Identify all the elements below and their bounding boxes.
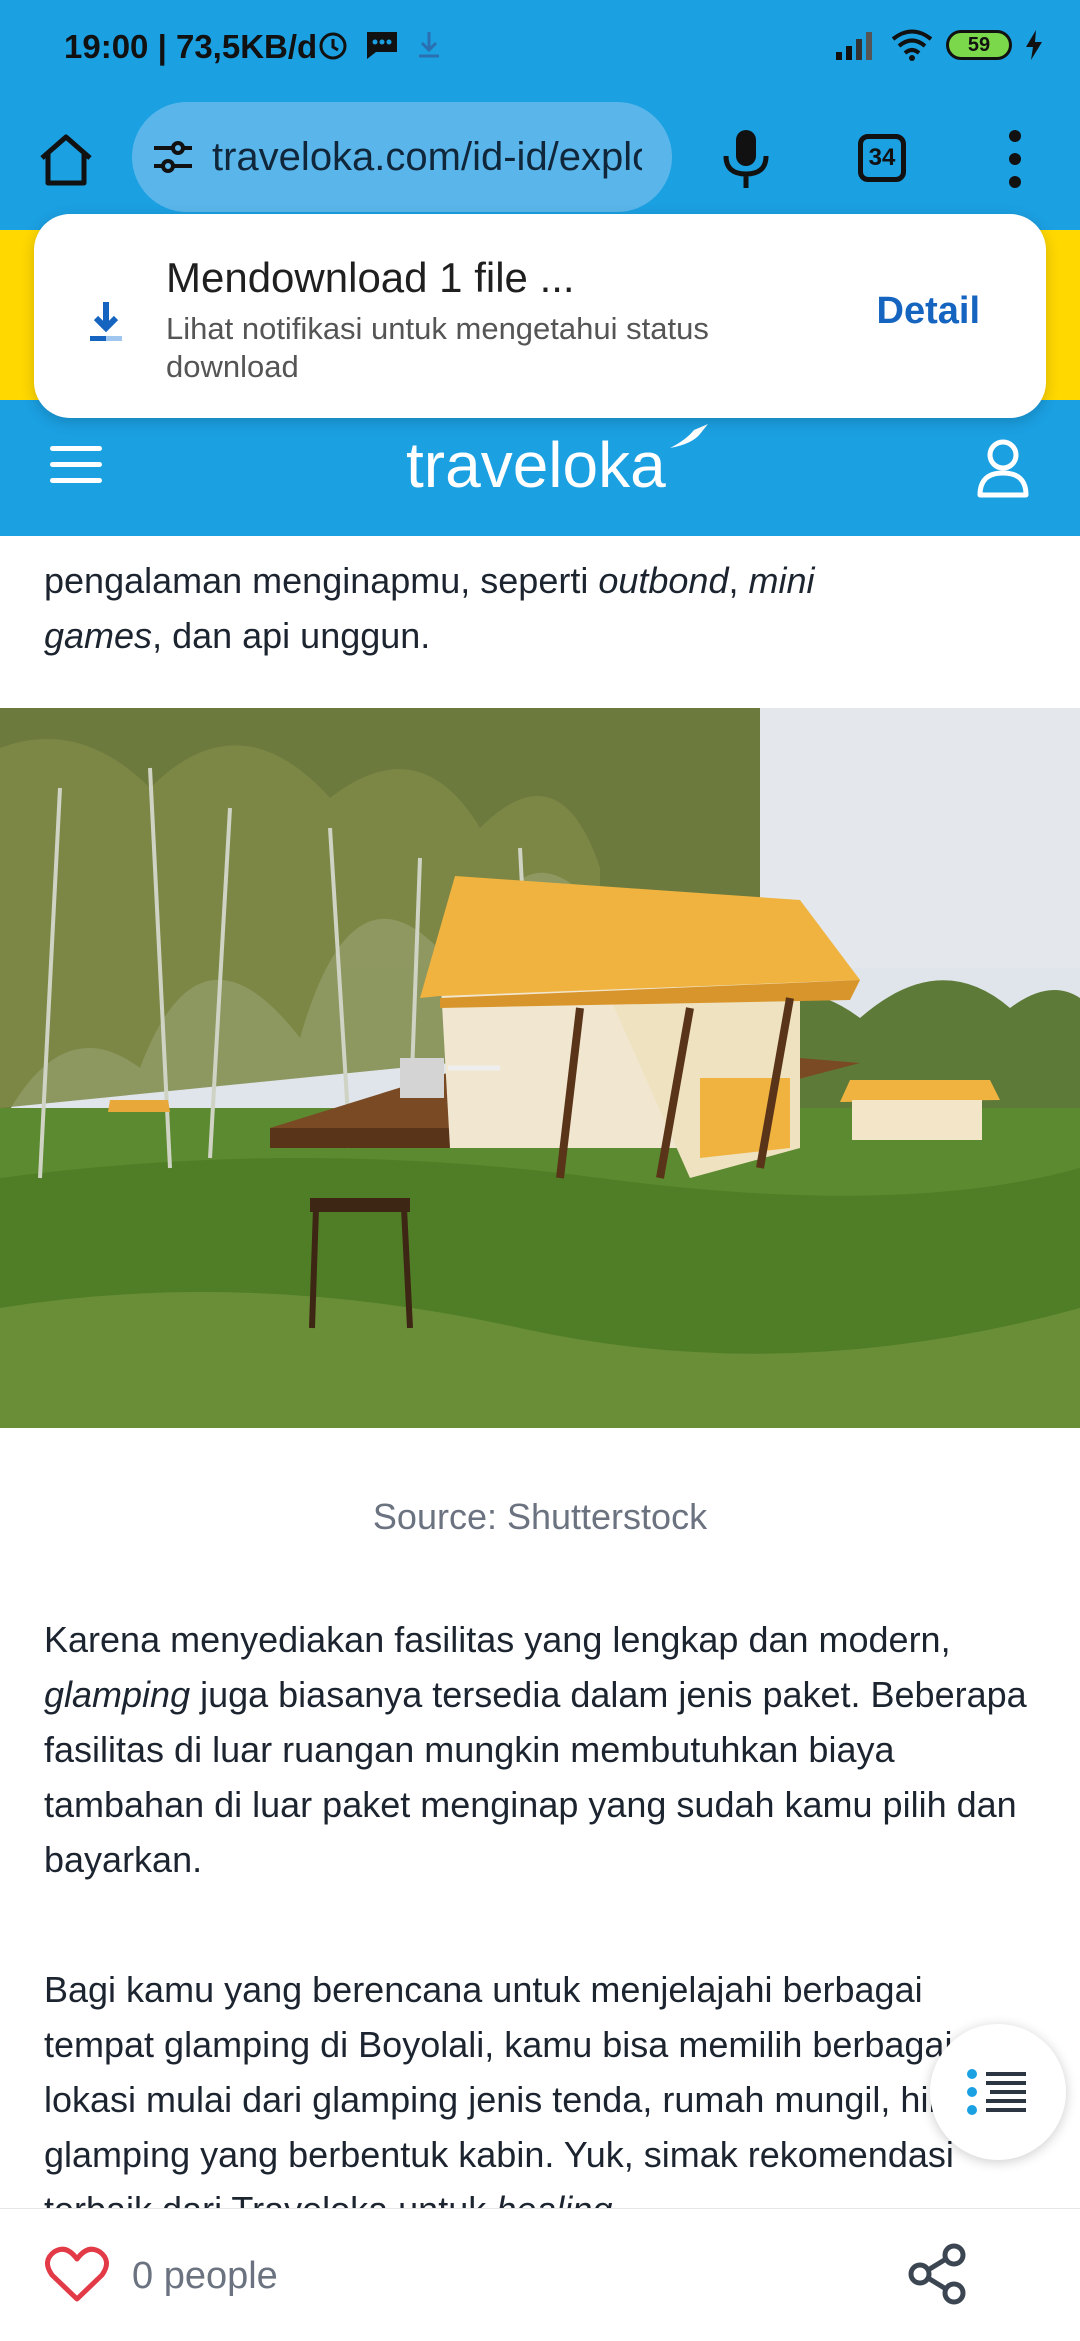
hamburger-menu-icon[interactable] (50, 446, 102, 486)
signal-icon (836, 32, 872, 60)
more-options-icon[interactable] (1000, 126, 1030, 192)
tab-switcher-button[interactable]: 34 (858, 134, 906, 182)
traveloka-logo[interactable]: traveloka (406, 428, 666, 502)
article-paragraph-2: Karena menyediakan fasilitas yang lengka… (44, 1612, 1034, 1887)
notification-subtitle: Lihat notifikasi untuk mengetahui status… (166, 311, 709, 384)
status-time: 19:00 | 73,5KB/d (64, 28, 318, 65)
text-run-italic: glamping (44, 1674, 191, 1715)
download-notification[interactable]: Mendownload 1 file ... Lihat notifikasi … (34, 214, 1046, 418)
glamping-tent-photo (0, 708, 1080, 1428)
article-paragraph-1: pengalaman menginapmu, seperti outbond , … (44, 553, 1034, 663)
likes-count: 0 people (132, 2255, 278, 2297)
notification-title: Mendownload 1 file ... (166, 254, 575, 301)
download-status-icon (419, 32, 439, 58)
text-run-italic: games (44, 615, 153, 656)
image-caption: Source: Shutterstock (372, 1496, 708, 1537)
battery-indicator: 59 (946, 30, 1012, 60)
text-run: pengalaman menginapmu, seperti (44, 560, 599, 601)
list-icon (967, 2069, 1026, 2115)
status-bar: 19:00 | 73,5KB/d 59 (0, 0, 1080, 100)
status-icons-left (316, 28, 444, 62)
text-run: juga biasanya tersedia dalam jenis paket… (44, 1674, 1027, 1880)
url-field[interactable]: traveloka.com/id-id/explore (132, 102, 672, 212)
table-of-contents-button[interactable] (930, 2024, 1066, 2160)
browser-address-bar: traveloka.com/id-id/explore 34 (0, 100, 1080, 220)
text-run-italic: mini (748, 560, 815, 601)
site-settings-icon[interactable] (152, 139, 194, 175)
notification-detail-button[interactable]: Detail (877, 290, 980, 333)
charging-icon (1026, 30, 1042, 60)
message-icon (367, 32, 397, 59)
tab-count: 34 (868, 144, 896, 171)
like-heart-icon[interactable] (44, 2245, 110, 2305)
text-run-italic: outbond (598, 560, 729, 601)
alarm-icon (319, 32, 347, 60)
text-run: Karena menyediakan fasilitas yang lengka… (44, 1619, 951, 1660)
browser-top-bar: 19:00 | 73,5KB/d 59 traveloka.com/id-id/… (0, 0, 1080, 230)
text-run: , dan api unggun. (152, 615, 431, 656)
share-icon[interactable] (906, 2243, 968, 2305)
bottom-action-bar: 0 people (0, 2208, 1080, 2341)
status-icons-right: 59 (834, 28, 1044, 62)
microphone-icon[interactable] (716, 126, 776, 192)
text-run: , (728, 560, 749, 601)
logo-bird-icon (670, 424, 708, 448)
paragraph-line: pengalaman menginapmu, seperti outbond, … (44, 553, 1034, 608)
wifi-icon (891, 29, 933, 61)
paragraph-line: games, dan api unggun. (44, 608, 1034, 663)
download-icon (90, 302, 122, 341)
site-header: traveloka (0, 400, 1080, 536)
user-account-icon[interactable] (976, 438, 1030, 498)
home-icon[interactable] (34, 128, 98, 192)
battery-level: 59 (967, 33, 991, 56)
url-text: traveloka.com/id-id/explore (212, 134, 642, 179)
article-paragraph-3: Bagi kamu yang berencana untuk menjelaja… (44, 1962, 1034, 2237)
